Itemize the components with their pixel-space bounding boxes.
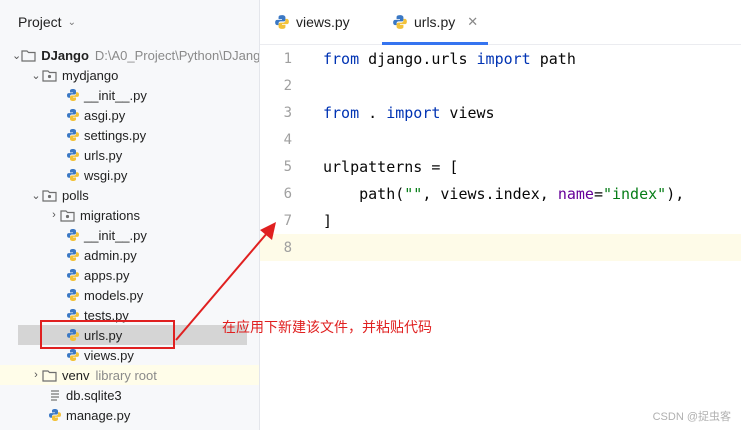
tree-item-file[interactable]: settings.py bbox=[0, 125, 259, 145]
python-file-icon bbox=[67, 129, 79, 141]
project-panel-header[interactable]: Project ⌄ bbox=[0, 0, 259, 44]
python-file-icon bbox=[67, 149, 79, 161]
editor-tabs: views.py urls.py ✕ bbox=[260, 0, 741, 45]
file-name: __init__.py bbox=[84, 87, 147, 103]
folder-icon bbox=[42, 69, 57, 82]
project-panel: Project ⌄ ⌄ DJango D:\A0_Project\Python\… bbox=[0, 0, 260, 430]
code-editor[interactable]: from django.urls import path from . impo… bbox=[310, 45, 741, 430]
tree-item-file[interactable]: urls.py bbox=[0, 145, 259, 165]
tree-item-mydjango[interactable]: ⌄ mydjango bbox=[0, 65, 259, 85]
file-name: wsgi.py bbox=[84, 167, 128, 183]
tree-item-file[interactable]: __init__.py bbox=[0, 85, 259, 105]
python-file-icon bbox=[67, 89, 79, 101]
python-file-icon bbox=[67, 269, 79, 281]
current-line-highlight bbox=[310, 234, 741, 261]
file-name: models.py bbox=[84, 287, 144, 303]
line-number: 1 bbox=[283, 51, 292, 67]
root-path: D:\A0_Project\Python\DJango bbox=[94, 47, 260, 63]
annotation-text: 在应用下新建该文件，并粘贴代码 bbox=[222, 319, 432, 335]
code-line-3: from . import views bbox=[323, 104, 495, 122]
file-name: asgi.py bbox=[84, 107, 126, 123]
tree-item-venv[interactable]: › venv library root bbox=[0, 365, 259, 385]
highlight-box bbox=[40, 320, 175, 349]
line-number: 6 bbox=[283, 186, 292, 202]
folder-name: venv bbox=[62, 367, 90, 383]
file-name: views.py bbox=[84, 347, 134, 363]
line-number: 4 bbox=[283, 132, 292, 148]
tree-item-file[interactable]: models.py bbox=[0, 285, 259, 305]
watermark: CSDN @捉虫客 bbox=[652, 411, 731, 423]
python-file-icon bbox=[67, 229, 79, 241]
chevron-right-icon[interactable]: › bbox=[30, 369, 42, 381]
folder-icon bbox=[60, 209, 75, 222]
tab-views-py[interactable]: views.py bbox=[274, 0, 350, 44]
folder-name: polls bbox=[62, 187, 89, 203]
code-line-7: ] bbox=[323, 212, 333, 230]
line-number: 5 bbox=[283, 159, 292, 175]
library-root-label: library root bbox=[95, 367, 157, 383]
tree-item-root[interactable]: ⌄ DJango D:\A0_Project\Python\DJango bbox=[0, 45, 259, 65]
python-file-icon bbox=[49, 409, 61, 421]
line-number: 8 bbox=[283, 240, 292, 256]
chevron-down-icon[interactable]: ⌄ bbox=[30, 189, 42, 202]
tree-item-file[interactable]: wsgi.py bbox=[0, 165, 259, 185]
tree-item-migrations[interactable]: › migrations bbox=[0, 205, 259, 225]
tree-item-file[interactable]: __init__.py bbox=[0, 225, 259, 245]
python-file-icon bbox=[67, 289, 79, 301]
python-file-icon bbox=[67, 169, 79, 181]
file-name: urls.py bbox=[84, 147, 123, 163]
line-number-gutter: 1 2 3 4 5 6 7 8 bbox=[260, 45, 310, 430]
text-file-icon bbox=[51, 390, 59, 401]
chevron-right-icon[interactable]: › bbox=[48, 209, 60, 221]
file-name: admin.py bbox=[84, 247, 137, 263]
line-number: 2 bbox=[283, 78, 292, 94]
tab-urls-py[interactable]: urls.py ✕ bbox=[381, 0, 489, 45]
python-file-icon bbox=[393, 15, 407, 29]
file-name: db.sqlite3 bbox=[66, 387, 122, 403]
code-line-5: urlpatterns = [ bbox=[323, 158, 459, 176]
tree-item-file[interactable]: apps.py bbox=[0, 265, 259, 285]
python-file-icon bbox=[275, 15, 289, 29]
file-name: settings.py bbox=[84, 127, 147, 143]
tree-item-file[interactable]: asgi.py bbox=[0, 105, 259, 125]
file-name: manage.py bbox=[66, 407, 131, 423]
code-line-6: path("", views.index, name="index"), bbox=[323, 185, 685, 203]
folder-icon bbox=[42, 189, 57, 202]
folder-name: mydjango bbox=[62, 67, 119, 83]
root-name: DJango bbox=[41, 47, 89, 63]
python-file-icon bbox=[67, 249, 79, 261]
python-file-icon bbox=[67, 349, 79, 361]
folder-icon bbox=[21, 49, 36, 62]
python-file-icon bbox=[67, 109, 79, 121]
tree-item-db[interactable]: db.sqlite3 bbox=[0, 385, 259, 405]
line-number: 7 bbox=[283, 213, 292, 229]
close-icon[interactable]: ✕ bbox=[467, 14, 478, 30]
chevron-down-icon[interactable]: ⌄ bbox=[68, 17, 76, 28]
tab-label: urls.py bbox=[414, 14, 456, 30]
tree-item-manage[interactable]: manage.py bbox=[0, 405, 259, 425]
project-title: Project bbox=[18, 14, 62, 30]
folder-icon bbox=[42, 369, 57, 382]
file-name: apps.py bbox=[84, 267, 130, 283]
folder-name: migrations bbox=[80, 207, 140, 223]
chevron-down-icon[interactable]: ⌄ bbox=[30, 69, 42, 82]
tree-item-polls[interactable]: ⌄ polls bbox=[0, 185, 259, 205]
file-name: __init__.py bbox=[84, 227, 147, 243]
code-line-1: from django.urls import path bbox=[323, 50, 576, 68]
line-number: 3 bbox=[283, 105, 292, 121]
chevron-down-icon[interactable]: ⌄ bbox=[12, 49, 21, 62]
tree-item-file[interactable]: admin.py bbox=[0, 245, 259, 265]
tab-label: views.py bbox=[296, 14, 350, 30]
